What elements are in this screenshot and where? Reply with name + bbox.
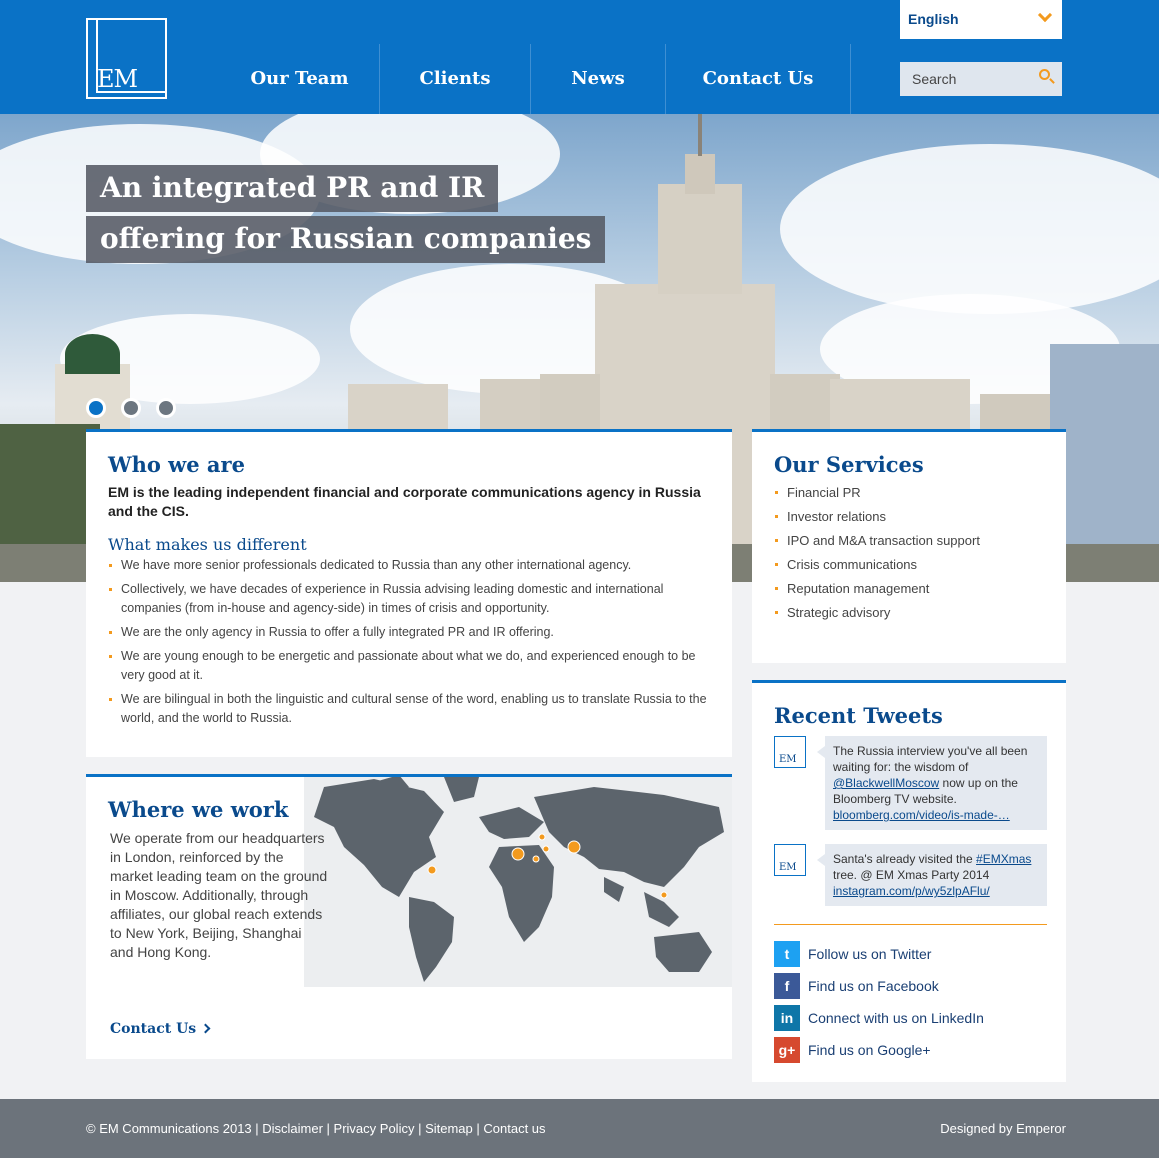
slider-dot-2[interactable] xyxy=(121,398,141,418)
nav-clients[interactable]: Clients xyxy=(380,44,531,114)
our-services-panel: Our Services Financial PR Investor relat… xyxy=(752,429,1066,663)
map-marker-london xyxy=(511,847,525,861)
map-marker-moscow xyxy=(567,840,581,854)
list-item: We have more senior professionals dedica… xyxy=(108,556,710,575)
footer-copyright: © EM Communications 2013 xyxy=(86,1121,252,1136)
chevron-down-icon xyxy=(1037,7,1053,23)
social-label: Follow us on Twitter xyxy=(808,946,932,962)
who-bullets: We have more senior professionals dedica… xyxy=(108,556,710,728)
tweet-bubble: The Russia interview you've all been wai… xyxy=(817,736,1047,830)
nav-news[interactable]: News xyxy=(531,44,666,114)
list-item: Collectively, we have decades of experie… xyxy=(108,580,710,618)
service-item[interactable]: IPO and M&A transaction support xyxy=(774,531,1044,550)
who-subtitle: What makes us different xyxy=(108,535,307,554)
who-lead: EM is the leading independent financial … xyxy=(108,484,701,519)
footer-links: © EM Communications 2013 | Disclaimer | … xyxy=(86,1121,546,1136)
social-facebook-link[interactable]: f Find us on Facebook xyxy=(774,973,1044,999)
tweet-item: EM Santa's already visited the #EMXmas t… xyxy=(774,844,1047,912)
where-title: Where we work xyxy=(108,797,289,822)
tweet-item: EM The Russia interview you've all been … xyxy=(774,736,1047,836)
avatar-text: EM xyxy=(779,754,797,765)
tweet-text: tree. @ EM Xmas Party 2014 xyxy=(833,868,990,882)
google-plus-icon: g+ xyxy=(774,1037,800,1063)
slider-dots xyxy=(86,398,176,418)
tweet-text: The Russia interview you've all been wai… xyxy=(833,744,1028,774)
footer-credit[interactable]: Designed by Emperor xyxy=(940,1121,1066,1136)
service-item[interactable]: Strategic advisory xyxy=(774,603,1044,622)
search-box xyxy=(900,62,1062,96)
where-we-work-panel: Where we work We operate from our headqu… xyxy=(86,774,732,1059)
chevron-right-icon xyxy=(200,1023,211,1034)
hero-title-line1: An integrated PR and IR xyxy=(86,165,499,212)
facebook-icon: f xyxy=(774,973,800,999)
social-google-plus-link[interactable]: g+ Find us on Google+ xyxy=(774,1037,1044,1063)
map-marker-hong-kong xyxy=(660,891,668,899)
map-marker-new-york xyxy=(427,865,437,875)
avatar: EM xyxy=(774,736,806,768)
tweets-title: Recent Tweets xyxy=(774,703,943,728)
service-item[interactable]: Reputation management xyxy=(774,579,1044,598)
hero-title-line2: offering for Russian companies xyxy=(86,216,606,263)
world-map-graphic xyxy=(314,775,724,982)
twitter-icon: t xyxy=(774,941,800,967)
footer-privacy-link[interactable]: Privacy Policy xyxy=(334,1121,415,1136)
where-text: We operate from our headquarters in Lond… xyxy=(110,830,328,960)
world-map xyxy=(304,775,732,987)
logo-text: EM xyxy=(97,65,138,93)
list-item: We are young enough to be energetic and … xyxy=(108,647,710,685)
avatar: EM xyxy=(774,844,806,876)
nav-our-team[interactable]: Our Team xyxy=(220,44,380,114)
tweet-text: Santa's already visited the xyxy=(833,852,977,866)
tweet-bubble: Santa's already visited the #EMXmas tree… xyxy=(817,844,1047,906)
social-label: Find us on Facebook xyxy=(808,978,939,994)
who-we-are-panel: Who we are EM is the leading independent… xyxy=(86,429,732,757)
site-footer: © EM Communications 2013 | Disclaimer | … xyxy=(0,1099,1159,1158)
avatar-text: EM xyxy=(779,862,797,873)
language-value: English xyxy=(908,11,959,27)
contact-us-label: Contact Us xyxy=(110,1021,197,1037)
tweet-hashtag-link[interactable]: #EMXmas xyxy=(976,852,1031,866)
social-label: Find us on Google+ xyxy=(808,1042,931,1058)
slider-dot-3[interactable] xyxy=(156,398,176,418)
recent-tweets-panel: Recent Tweets EM The Russia interview yo… xyxy=(752,680,1066,1082)
service-item[interactable]: Investor relations xyxy=(774,507,1044,526)
services-list: Financial PR Investor relations IPO and … xyxy=(774,483,1044,622)
list-item: We are bilingual in both the linguistic … xyxy=(108,690,710,728)
contact-us-link[interactable]: Contact Us xyxy=(110,1021,211,1037)
tweet-url-link[interactable]: instagram.com/p/wy5zlpAFlu/ xyxy=(833,884,990,898)
tweet-mention-link[interactable]: @BlackwellMoscow xyxy=(833,776,939,790)
divider xyxy=(774,924,1047,925)
who-title: Who we are xyxy=(108,452,245,477)
site-header: EM Our Team Clients News Contact Us Engl… xyxy=(0,0,1159,114)
em-logo[interactable]: EM xyxy=(86,18,167,99)
search-icon[interactable] xyxy=(1039,69,1050,80)
services-title: Our Services xyxy=(774,452,924,477)
social-linkedin-link[interactable]: in Connect with us on LinkedIn xyxy=(774,1005,1044,1031)
linkedin-icon: in xyxy=(774,1005,800,1031)
footer-disclaimer-link[interactable]: Disclaimer xyxy=(262,1121,323,1136)
search-input[interactable] xyxy=(900,62,1030,96)
nav-contact-us[interactable]: Contact Us xyxy=(666,44,851,114)
footer-sitemap-link[interactable]: Sitemap xyxy=(425,1121,473,1136)
language-select[interactable]: English xyxy=(900,0,1062,39)
slider-dot-1[interactable] xyxy=(86,398,106,418)
list-item: We are the only agency in Russia to offe… xyxy=(108,623,710,642)
service-item[interactable]: Financial PR xyxy=(774,483,1044,502)
social-label: Connect with us on LinkedIn xyxy=(808,1010,984,1026)
social-twitter-link[interactable]: t Follow us on Twitter xyxy=(774,941,1044,967)
tweet-url-link[interactable]: bloomberg.com/video/is-made-… xyxy=(833,808,1010,822)
footer-contact-link[interactable]: Contact us xyxy=(483,1121,545,1136)
service-item[interactable]: Crisis communications xyxy=(774,555,1044,574)
main-nav: Our Team Clients News Contact Us xyxy=(220,44,851,114)
